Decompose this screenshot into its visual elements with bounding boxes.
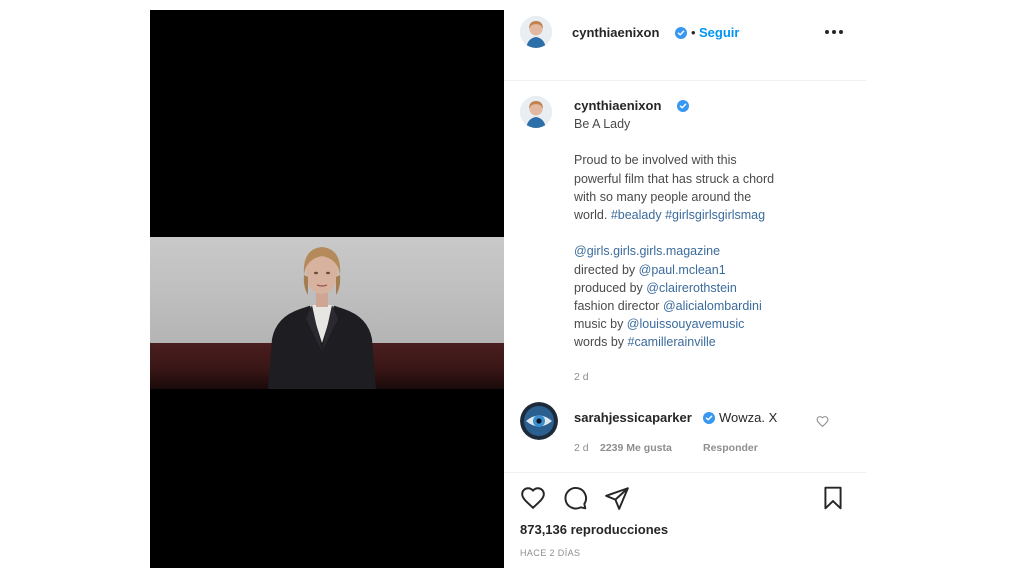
actions-divider xyxy=(504,472,866,473)
credit-line: produced by @clairerothstein xyxy=(574,279,824,297)
post-details-panel: cynthiaenixon • Seguir cynthiaenixon Be … xyxy=(504,10,866,568)
caption-line: powerful film that has struck a chord xyxy=(574,171,775,186)
mention-link[interactable]: @paul.mclean1 xyxy=(639,263,726,277)
comment-likes[interactable]: 2239 Me gusta xyxy=(600,442,672,454)
commenter-username[interactable]: sarahjessicaparker xyxy=(574,410,692,425)
bookmark-icon[interactable] xyxy=(820,485,846,511)
caption-author-avatar[interactable] xyxy=(520,96,552,128)
post-age: HACE 2 DÍAS xyxy=(520,548,581,558)
mention-link[interactable]: @louissouyavemusic xyxy=(627,317,745,331)
credit-prefix: music by xyxy=(574,317,627,332)
caption-timestamp: 2 d xyxy=(574,371,589,383)
heart-icon[interactable] xyxy=(520,485,546,511)
more-options-icon[interactable] xyxy=(824,29,844,35)
avatar-portrait-icon xyxy=(520,16,552,48)
verified-badge-icon xyxy=(675,27,687,39)
mention-link[interactable]: @alicialombardini xyxy=(663,299,762,313)
credit-line: fashion director @alicialombardini xyxy=(574,297,824,315)
post-header: cynthiaenixon • Seguir xyxy=(504,10,866,56)
verified-badge-icon xyxy=(677,100,689,112)
credit-line: @girls.girls.girls.magazine xyxy=(574,242,824,260)
post-video[interactable] xyxy=(150,10,504,568)
avatar-portrait-icon xyxy=(520,96,552,128)
credit-prefix: produced by xyxy=(574,280,647,295)
share-icon[interactable] xyxy=(604,485,630,511)
caption-line: with so many people around the xyxy=(574,189,752,204)
author-avatar[interactable] xyxy=(520,16,552,48)
mention-link[interactable]: @clairerothstein xyxy=(646,281,737,295)
video-frame xyxy=(150,237,504,389)
commenter-avatar[interactable] xyxy=(520,402,558,440)
comment-text: Wowza. X xyxy=(719,410,778,425)
comment-timestamp: 2 d xyxy=(574,442,589,454)
post-caption: Be A Lady Proud to be involved with this… xyxy=(574,115,824,352)
author-username[interactable]: cynthiaenixon xyxy=(572,25,659,40)
follow-button[interactable]: Seguir xyxy=(699,25,739,40)
credit-prefix: fashion director xyxy=(574,299,663,313)
credit-line: directed by @paul.mclean1 xyxy=(574,261,824,279)
hashtag-link[interactable]: #bealady xyxy=(611,208,662,222)
credit-prefix: words by xyxy=(574,335,628,350)
credit-line: words by #camillerainville xyxy=(574,333,824,351)
small-heart-icon[interactable] xyxy=(816,415,829,428)
caption-username[interactable]: cynthiaenixon xyxy=(574,98,661,113)
verified-badge-icon xyxy=(703,412,715,424)
hashtag-link[interactable]: #camillerainville xyxy=(628,335,716,349)
mention-link[interactable]: @girls.girls.girls.magazine xyxy=(574,244,720,258)
instagram-post: cynthiaenixon • Seguir cynthiaenixon Be … xyxy=(150,10,866,568)
reply-button[interactable]: Responder xyxy=(703,442,758,454)
caption-line: Proud to be involved with this xyxy=(574,153,737,168)
caption-line-with-hashtags: world. #bealady #girlsgirlsgirlsmag xyxy=(574,206,824,224)
view-count: 873,136 reproducciones xyxy=(520,522,669,537)
caption-title: Be A Lady xyxy=(574,117,631,131)
credit-prefix: directed by xyxy=(574,262,639,277)
woman-in-black-suit-figure xyxy=(268,247,376,389)
eye-avatar-icon xyxy=(520,402,558,440)
hashtag-link[interactable]: #girlsgirlsgirlsmag xyxy=(665,208,765,222)
credit-line: music by @louissouyavemusic xyxy=(574,315,824,333)
header-separator: • xyxy=(691,25,696,40)
comment-icon[interactable] xyxy=(562,485,588,511)
header-divider xyxy=(504,80,866,81)
caption-line: world. xyxy=(574,208,608,222)
